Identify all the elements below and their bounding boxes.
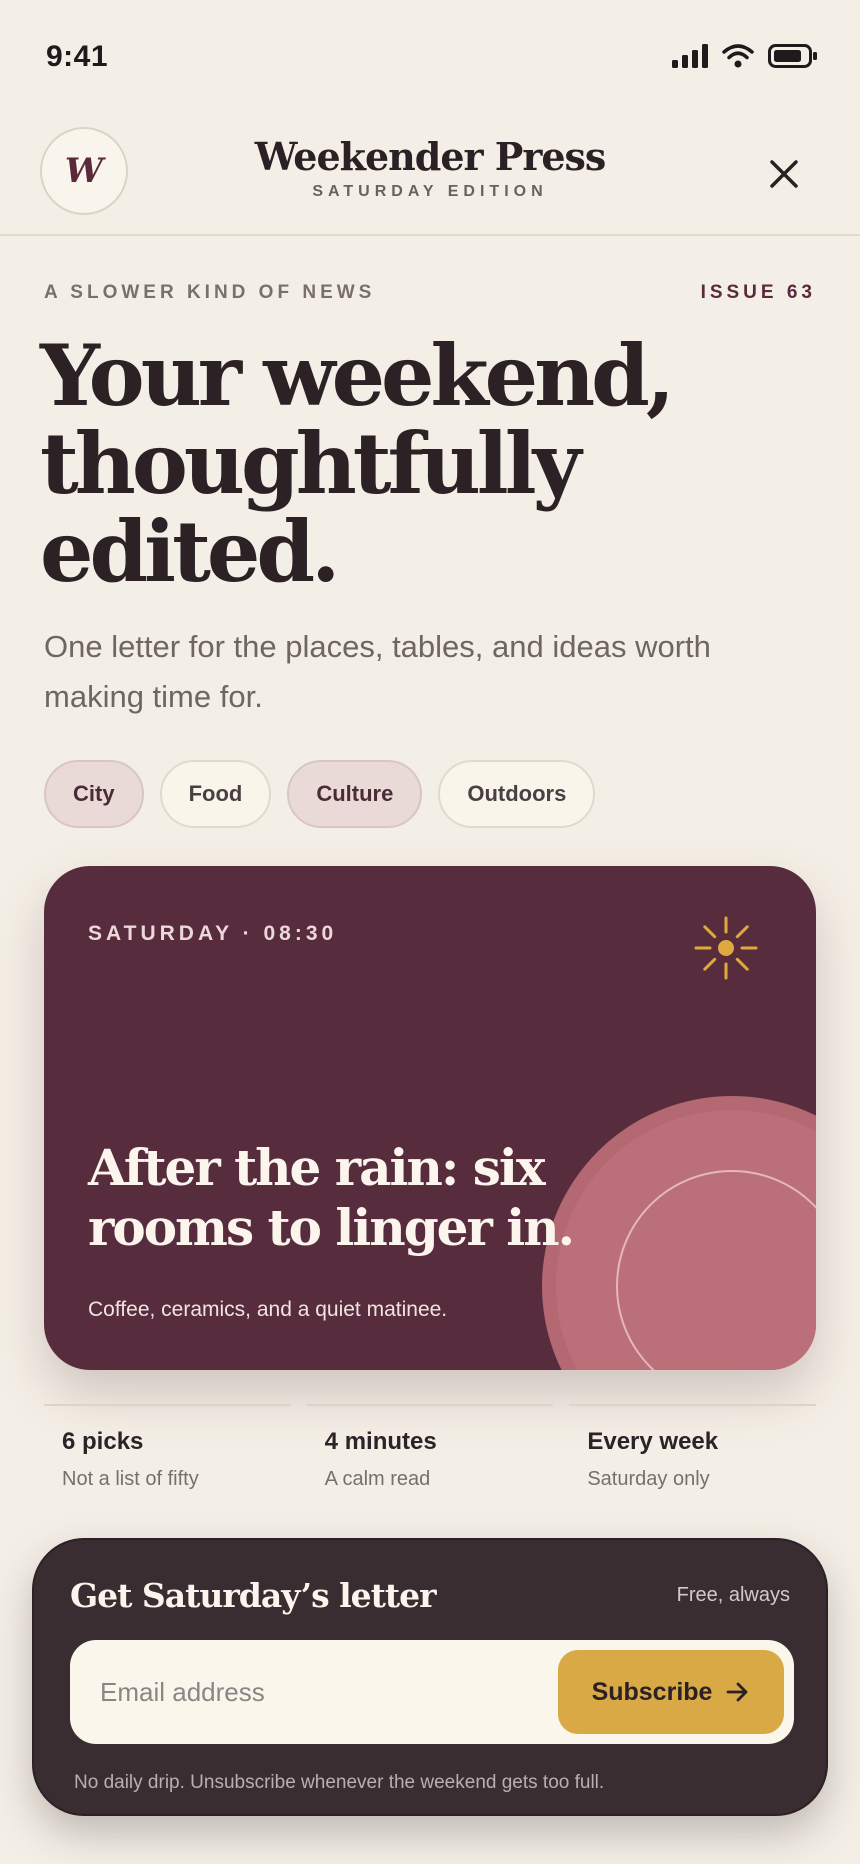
chip-culture[interactable]: Culture <box>287 760 423 828</box>
brand-block: Weekender Press SATURDAY EDITION <box>0 134 860 201</box>
feature-title: After the rain: six rooms to linger in. <box>88 1138 575 1257</box>
chip-food[interactable]: Food <box>159 760 272 828</box>
arrow-right-icon <box>727 1682 748 1702</box>
chip-city[interactable]: City <box>44 760 144 828</box>
stat-value: 4 minutes <box>324 1428 437 1455</box>
subscribe-panel: Get Saturday’s letter Free, always Subsc… <box>32 1538 828 1816</box>
close-icon <box>770 160 798 188</box>
stat-value: 6 picks <box>62 1428 144 1455</box>
subscribe-form: Subscribe <box>70 1640 794 1744</box>
stat-value: Every week <box>587 1428 719 1455</box>
page-headline: Your weekend, thoughtfully edited. <box>40 326 675 601</box>
chip-outdoors[interactable]: Outdoors <box>438 760 596 828</box>
close-button[interactable] <box>762 152 806 196</box>
email-input[interactable] <box>100 1640 540 1744</box>
feature-description: Coffee, ceramics, and a quiet matinee. <box>88 1298 448 1321</box>
battery-icon <box>768 44 817 68</box>
stat-item: 4 minutes A calm read <box>306 1404 554 1491</box>
wifi-icon <box>722 44 754 68</box>
subscribe-button-label: Subscribe <box>591 1677 713 1706</box>
section-kicker: A SLOWER KIND OF NEWS <box>44 282 376 303</box>
status-icons <box>672 44 818 68</box>
edition-label: SATURDAY EDITION <box>312 183 548 200</box>
subscribe-tag: Free, always <box>676 1584 790 1606</box>
stat-label: Not a list of fifty <box>62 1468 199 1490</box>
issue-number: ISSUE 63 <box>700 282 816 303</box>
stat-item: Every week Saturday only <box>569 1404 817 1491</box>
subscribe-button[interactable]: Subscribe <box>558 1650 784 1734</box>
stat-label: A calm read <box>324 1468 431 1490</box>
subscribe-title: Get Saturday’s letter <box>70 1576 437 1615</box>
topic-chips: City Food Culture Outdoors <box>44 760 596 828</box>
feature-card[interactable]: SATURDAY · 08:30 After the rain: six roo… <box>44 866 816 1370</box>
subscribe-fine-print: No daily drip. Unsubscribe whenever the … <box>74 1772 605 1793</box>
app-header: W Weekender Press SATURDAY EDITION <box>0 112 860 236</box>
signal-icon <box>672 44 708 68</box>
sun-icon <box>694 916 758 980</box>
status-bar: 9:41 <box>0 0 860 112</box>
stat-label: Saturday only <box>587 1468 710 1490</box>
brand-name: Weekender Press <box>254 134 607 179</box>
stats-row: 6 picks Not a list of fifty 4 minutes A … <box>44 1404 817 1491</box>
status-time: 9:41 <box>46 40 109 73</box>
feature-meta: SATURDAY · 08:30 <box>88 922 338 945</box>
stat-item: 6 picks Not a list of fifty <box>44 1404 291 1491</box>
page-subhead: One letter for the places, tables, and i… <box>44 629 711 714</box>
